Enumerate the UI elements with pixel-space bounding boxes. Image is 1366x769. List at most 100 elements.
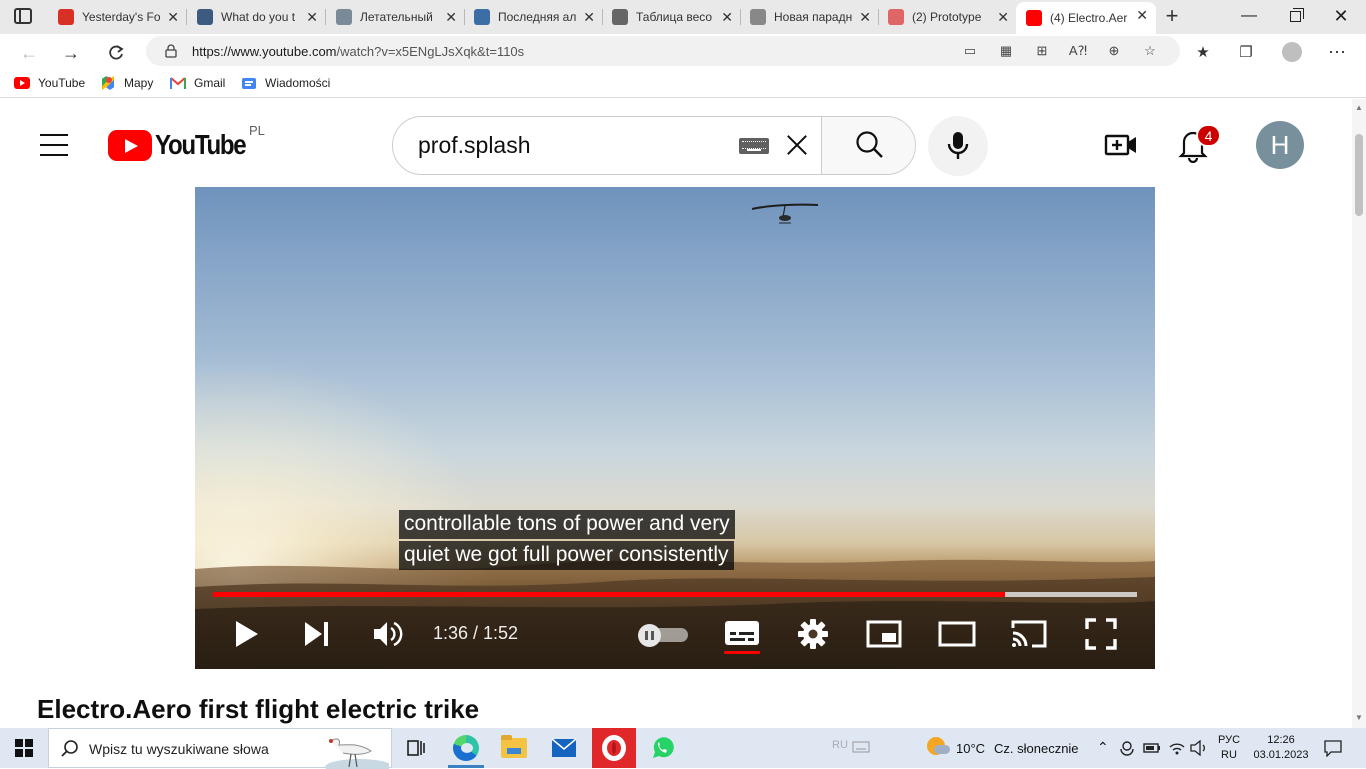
youtube-icon [1026,10,1042,26]
browser-tab[interactable]: (4) Electro.Aer ✕ [1016,2,1156,34]
close-tab-icon[interactable]: ✕ [445,9,457,26]
news-icon [241,76,257,90]
refresh-button[interactable] [101,38,131,68]
tab-title: (4) Electro.Aer [1050,11,1128,25]
keyboard-tray-icon[interactable] [852,741,870,753]
autoplay-toggle[interactable] [638,624,690,647]
favorites-icon[interactable]: ★ [1190,39,1216,65]
lock-icon[interactable] [162,42,180,60]
clear-search-icon[interactable] [783,131,811,159]
restore-button[interactable] [1272,0,1318,32]
meet-now-icon[interactable] [1120,740,1134,756]
forward-button[interactable]: → [56,38,86,68]
voice-search-button[interactable] [928,116,988,176]
zoom-icon[interactable]: ⊕ [1105,42,1123,60]
settings-more-icon[interactable]: ⋯ [1324,39,1350,65]
taskbar-whatsapp[interactable] [638,728,686,768]
taskbar-search[interactable]: Wpisz tu wyszukiwane słowa [48,728,392,769]
input-language[interactable]: РУС RU [1212,732,1246,766]
refresh-icon [109,45,124,60]
tab-actions-icon[interactable] [14,8,32,24]
bookmark-gmail[interactable]: Gmail [170,76,225,90]
minimize-button[interactable]: — [1226,0,1272,32]
wifi-icon[interactable] [1168,740,1186,756]
read-aloud-device-icon[interactable]: ▭ [961,42,979,60]
progress-bar[interactable] [213,592,1137,597]
url-text[interactable]: https://www.youtube.com/watch?v=x5ENgLJs… [192,44,524,59]
close-tab-icon[interactable]: ✕ [306,9,318,26]
volume-button[interactable] [372,619,404,649]
theater-mode-button[interactable] [938,621,976,647]
scroll-down-icon[interactable]: ▼ [1355,713,1363,722]
youtube-logo[interactable]: YouTube [108,129,260,161]
new-tab-button[interactable]: + [1160,4,1184,28]
taskbar-opera[interactable] [592,728,636,768]
browser-tab[interactable]: Yesterday's Fo ✕ [48,4,187,30]
battery-icon[interactable] [1143,741,1161,755]
browser-tab[interactable]: What do you t ✕ [187,4,326,30]
fullscreen-button[interactable] [1085,618,1117,650]
close-tab-icon[interactable]: ✕ [167,9,179,26]
folder-icon [501,735,527,758]
microphone-icon [947,132,969,159]
guide-menu-button[interactable] [40,134,68,156]
play-button[interactable] [233,619,261,649]
subtitles-button[interactable] [724,619,760,647]
collections-icon[interactable]: ❐ [1233,39,1259,65]
browser-tab[interactable]: Летательный ✕ [326,4,465,30]
search-button[interactable] [821,117,915,174]
browser-tab[interactable]: (2) Prototype ✕ [878,4,1017,30]
app-available-icon[interactable]: ⊞ [1033,42,1051,60]
video-player[interactable]: controllable tons of power and very quie… [195,187,1155,669]
browser-tab[interactable]: Таблица весо ✕ [602,4,741,30]
start-button[interactable] [0,728,48,768]
browser-tab[interactable]: Последняя ал ✕ [464,4,603,30]
next-button[interactable] [303,621,331,647]
taskbar-mail[interactable] [540,728,588,768]
bookmark-wiadomosci[interactable]: Wiadomości [241,76,330,90]
apps-icon[interactable]: ▦ [997,42,1015,60]
clock[interactable]: 12:26 03.01.2023 [1248,732,1314,766]
youtube-play-icon [108,129,152,161]
bookmark-mapy[interactable]: Mapy [100,76,153,90]
speaker-icon[interactable] [1190,740,1208,756]
notification-center-icon[interactable] [1324,739,1342,757]
close-tab-icon[interactable]: ✕ [859,9,871,26]
taskbar-edge[interactable] [442,728,490,768]
close-window-button[interactable]: ✕ [1318,0,1364,32]
browser-toolbar: ← → https://www.youtube.com/watch?v=x5EN… [0,34,1366,70]
add-favorite-icon[interactable]: ☆ [1141,42,1159,60]
close-tab-icon[interactable]: ✕ [583,9,595,26]
progress-played [213,592,1005,597]
weather-widget[interactable]: 10°C Cz. słonecznie [925,728,1085,768]
close-tab-icon[interactable]: ✕ [1136,7,1148,24]
task-view-button[interactable] [392,728,440,768]
browser-tab[interactable]: Новая парадн ✕ [740,4,879,30]
s-icon [750,9,766,25]
chevron-up-icon[interactable]: ⌃ [1097,739,1109,756]
profile-icon[interactable] [1279,39,1305,65]
video-captions: controllable tons of power and very quie… [399,510,735,570]
keyboard-icon[interactable] [739,138,769,154]
back-button[interactable]: ← [14,38,44,68]
read-aloud-icon[interactable]: A⁈ [1069,42,1087,60]
avatar[interactable]: H [1256,121,1304,169]
close-tab-icon[interactable]: ✕ [721,9,733,26]
region-code: PL [249,123,265,138]
cast-button[interactable] [1010,619,1048,649]
close-tab-icon[interactable]: ✕ [997,9,1009,26]
page-scrollbar[interactable]: ▲ ▼ [1352,99,1366,729]
tab-title: Yesterday's Fo [82,10,160,24]
tab-title: What do you t [221,10,296,24]
settings-button[interactable] [796,617,830,651]
bookmark-youtube[interactable]: YouTube [14,76,85,90]
create-button[interactable] [1104,130,1138,160]
taskbar-file-explorer[interactable] [490,728,538,768]
whatsapp-icon [653,737,674,758]
scroll-up-icon[interactable]: ▲ [1355,103,1363,112]
scroll-thumb[interactable] [1355,134,1363,216]
windows-icon [15,739,33,757]
address-bar[interactable]: https://www.youtube.com/watch?v=x5ENgLJs… [146,36,1180,66]
miniplayer-button[interactable] [866,620,902,648]
youtube-icon [888,9,904,25]
